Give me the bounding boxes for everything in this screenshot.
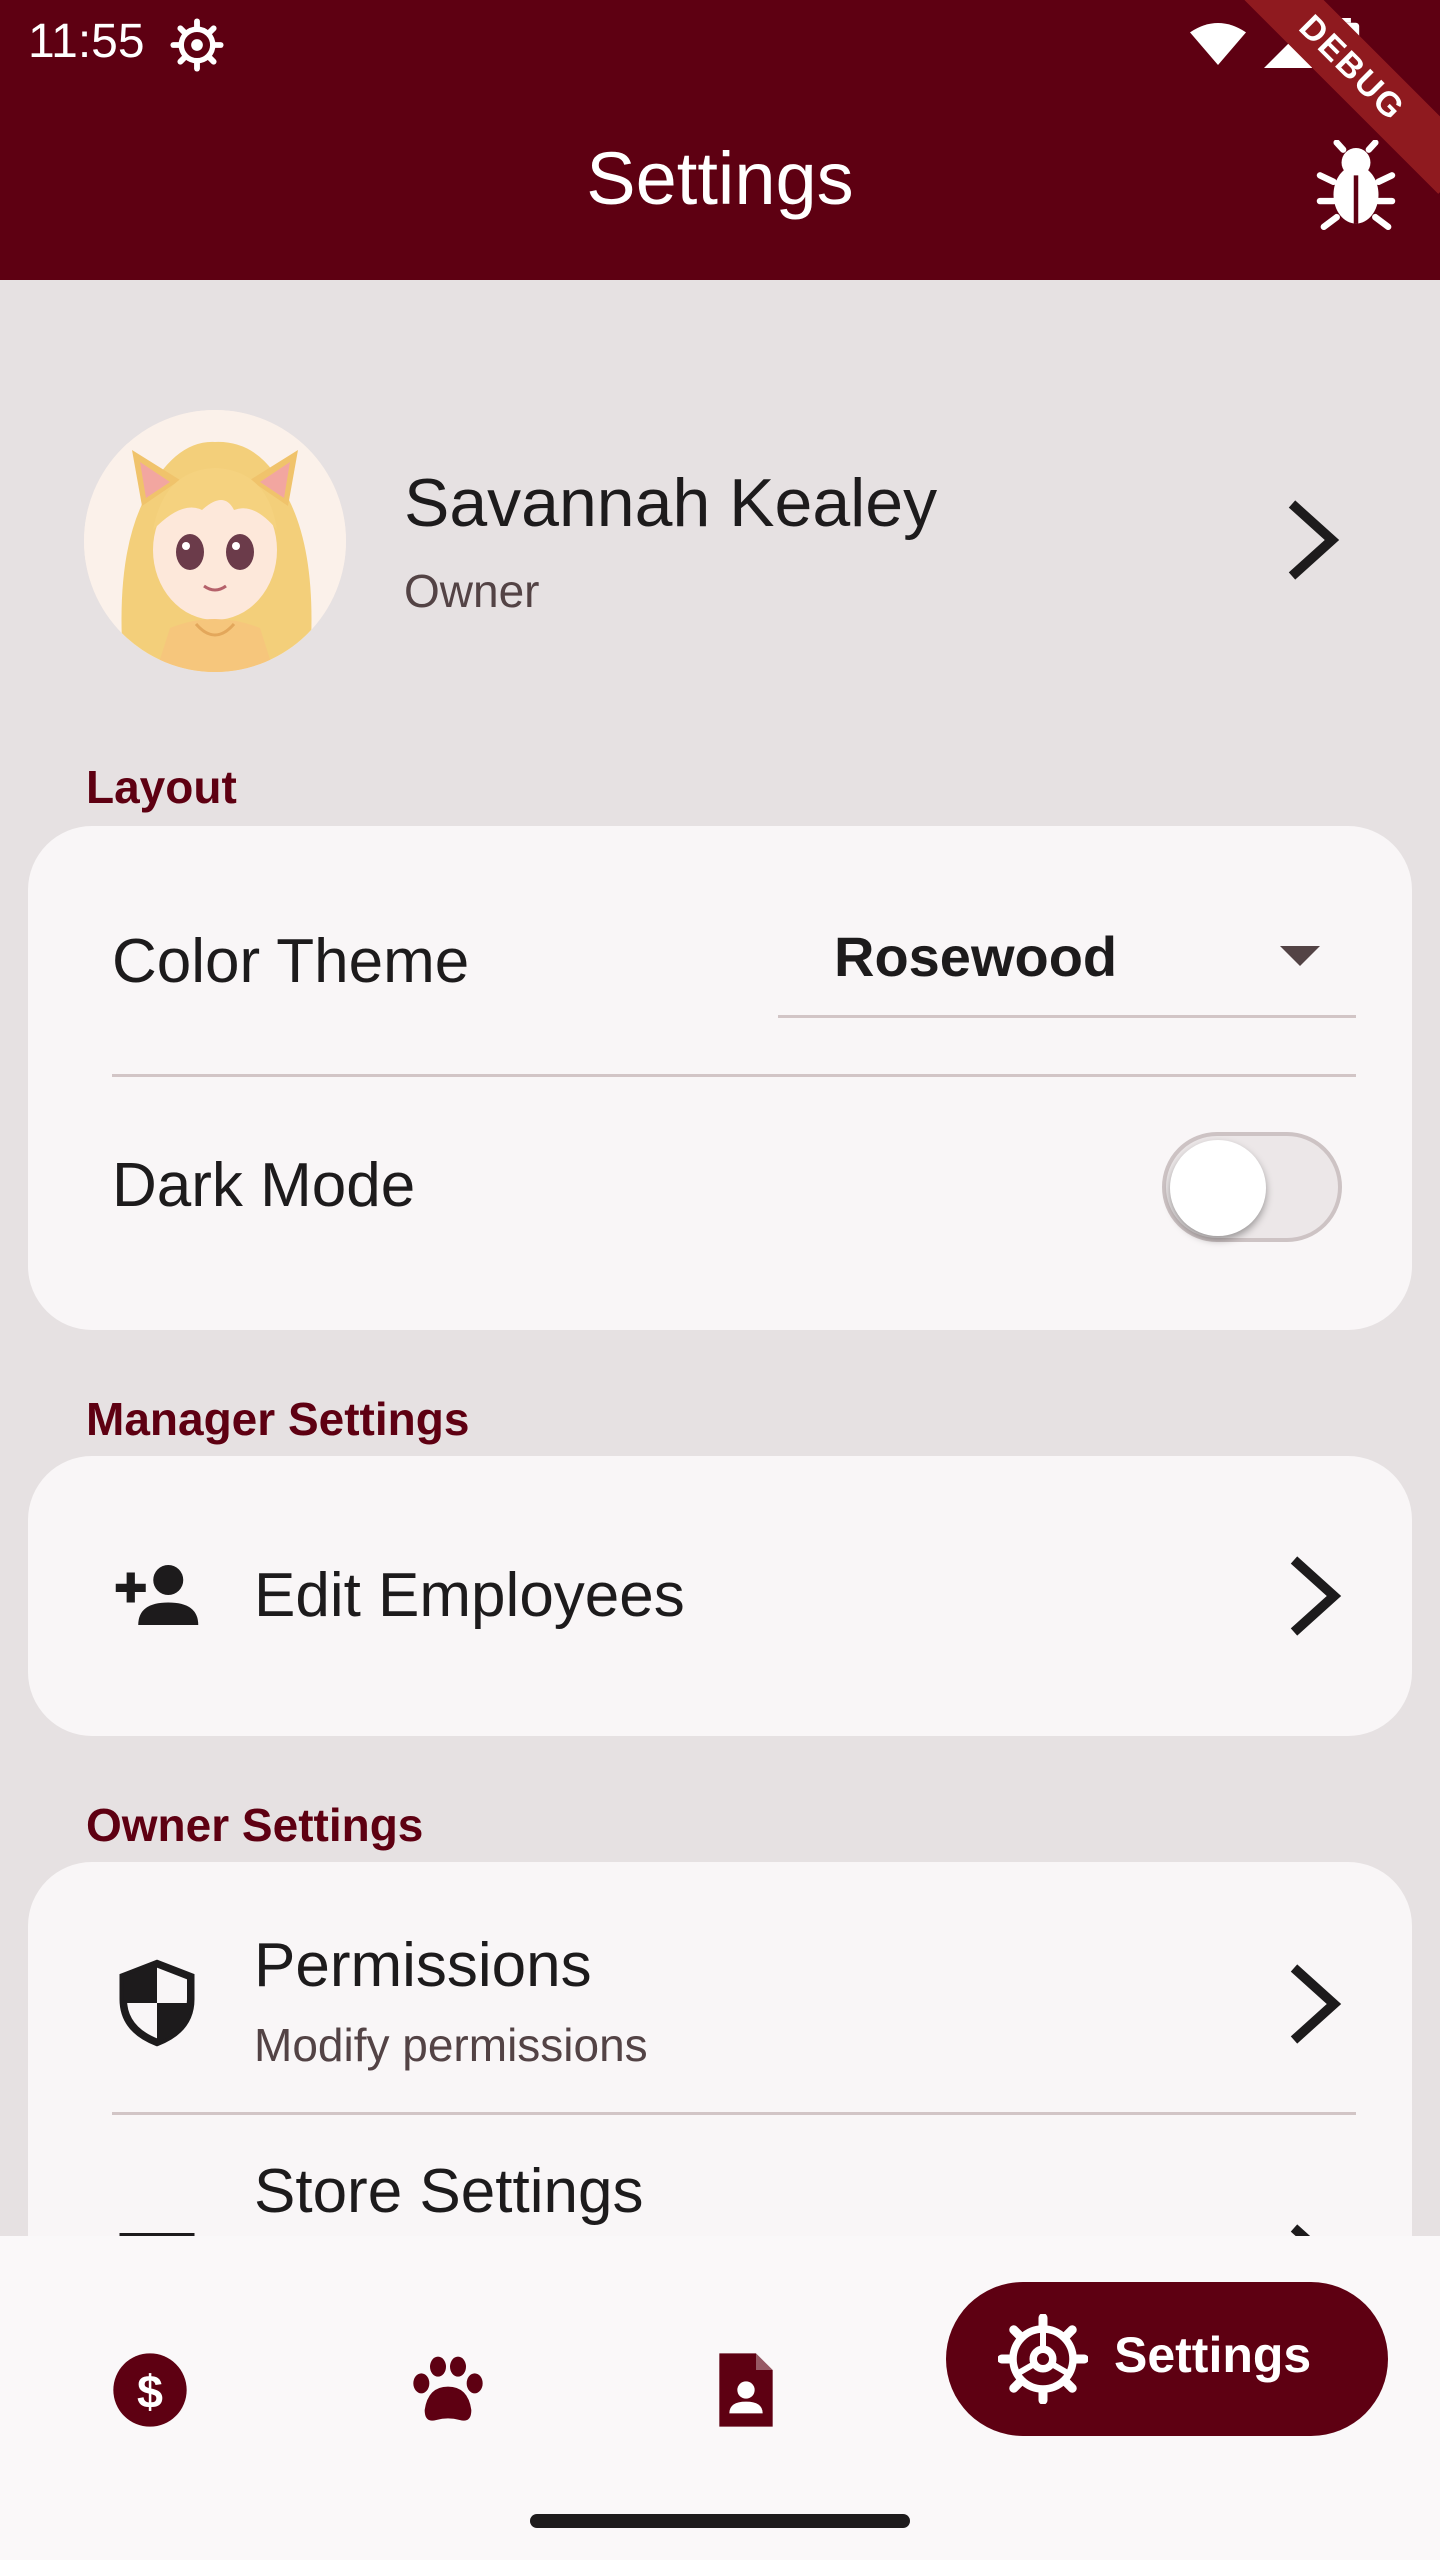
permissions-label: Permissions <box>254 1931 592 2000</box>
color-theme-dropdown[interactable]: Rosewood <box>778 906 1356 1018</box>
profile-role: Owner <box>404 565 540 617</box>
section-label-layout: Layout <box>86 761 237 813</box>
edit-employees-row[interactable]: Edit Employees <box>28 1456 1412 1736</box>
nav-settings-label: Settings <box>1114 2327 1312 2383</box>
dollar-icon: $ <box>113 2353 187 2427</box>
dropdown-arrow-icon <box>1280 946 1320 966</box>
home-indicator[interactable] <box>530 2514 910 2528</box>
store-settings-label: Store Settings <box>254 2157 644 2226</box>
nav-pets[interactable] <box>388 2330 508 2450</box>
nav-sales[interactable]: $ <box>90 2330 210 2450</box>
wifi-icon <box>1190 23 1246 65</box>
shield-icon <box>119 1959 195 2047</box>
color-theme-label: Color Theme <box>112 927 470 996</box>
settings-gear-icon <box>998 2314 1088 2404</box>
bottom-nav: $ Settings <box>0 2236 1440 2560</box>
divider <box>112 1074 1356 1077</box>
paw-icon <box>413 2356 483 2421</box>
nav-documents[interactable] <box>686 2330 806 2450</box>
permissions-subtitle: Modify permissions <box>254 2019 648 2071</box>
status-bar: 11:55 <box>0 0 1440 84</box>
chevron-right-icon <box>1290 1556 1342 1636</box>
person-add-icon <box>115 1565 199 1625</box>
chevron-right-icon <box>1288 500 1340 580</box>
edit-employees-label: Edit Employees <box>254 1561 685 1630</box>
dark-mode-label: Dark Mode <box>112 1151 416 1220</box>
layout-card: Color Theme Rosewood Dark Mode <box>28 826 1412 1330</box>
profile-name: Savannah Kealey <box>404 465 938 541</box>
color-theme-value: Rosewood <box>834 925 1118 988</box>
bug-icon[interactable] <box>1316 140 1396 230</box>
avatar <box>84 410 346 672</box>
document-person-icon <box>719 2353 773 2427</box>
toggle-thumb <box>1170 1140 1266 1236</box>
page-title: Settings <box>586 137 854 220</box>
chevron-right-icon <box>1290 1964 1342 2044</box>
avatar-illustration <box>84 410 346 672</box>
status-time: 11:55 <box>28 15 145 68</box>
dark-mode-toggle[interactable] <box>1162 1132 1342 1242</box>
section-label-manager: Manager Settings <box>86 1393 470 1445</box>
svg-text:$: $ <box>137 2365 163 2417</box>
nav-settings-active[interactable]: Settings <box>946 2282 1388 2436</box>
section-label-owner: Owner Settings <box>86 1799 424 1851</box>
permissions-row[interactable]: Permissions Modify permissions <box>28 1862 1412 2110</box>
app-bar: 11:55 DEBUG Settings <box>0 0 1440 280</box>
status-settings-icon <box>170 18 224 72</box>
profile-row[interactable]: Savannah Kealey Owner <box>0 380 1440 700</box>
manager-card: Edit Employees <box>28 1456 1412 1736</box>
